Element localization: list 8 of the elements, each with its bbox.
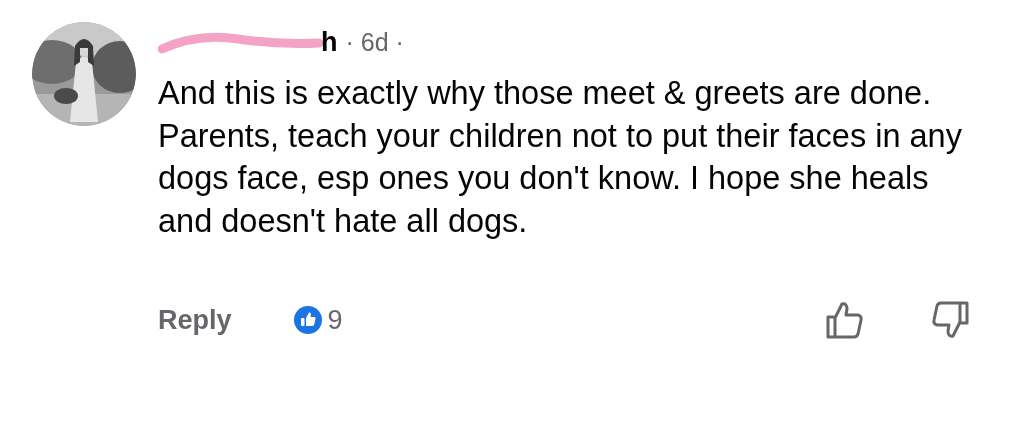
- like-badge-icon: [293, 306, 322, 334]
- reaction-count: 9: [327, 304, 343, 336]
- thumbs-up-icon[interactable]: [825, 300, 865, 340]
- author-name[interactable]: h: [321, 26, 338, 58]
- reply-link[interactable]: Reply: [158, 304, 232, 336]
- thumbs-down-icon[interactable]: [930, 300, 970, 340]
- timestamp: · 6d ·: [345, 27, 404, 57]
- comment-text: And this is exactly why those meet & greets are done. Parents, teach your children not to put their faces in any dogs face, esp ones you don't know. I hope she heals and doesn't hate all dogs.: [158, 74, 963, 241]
